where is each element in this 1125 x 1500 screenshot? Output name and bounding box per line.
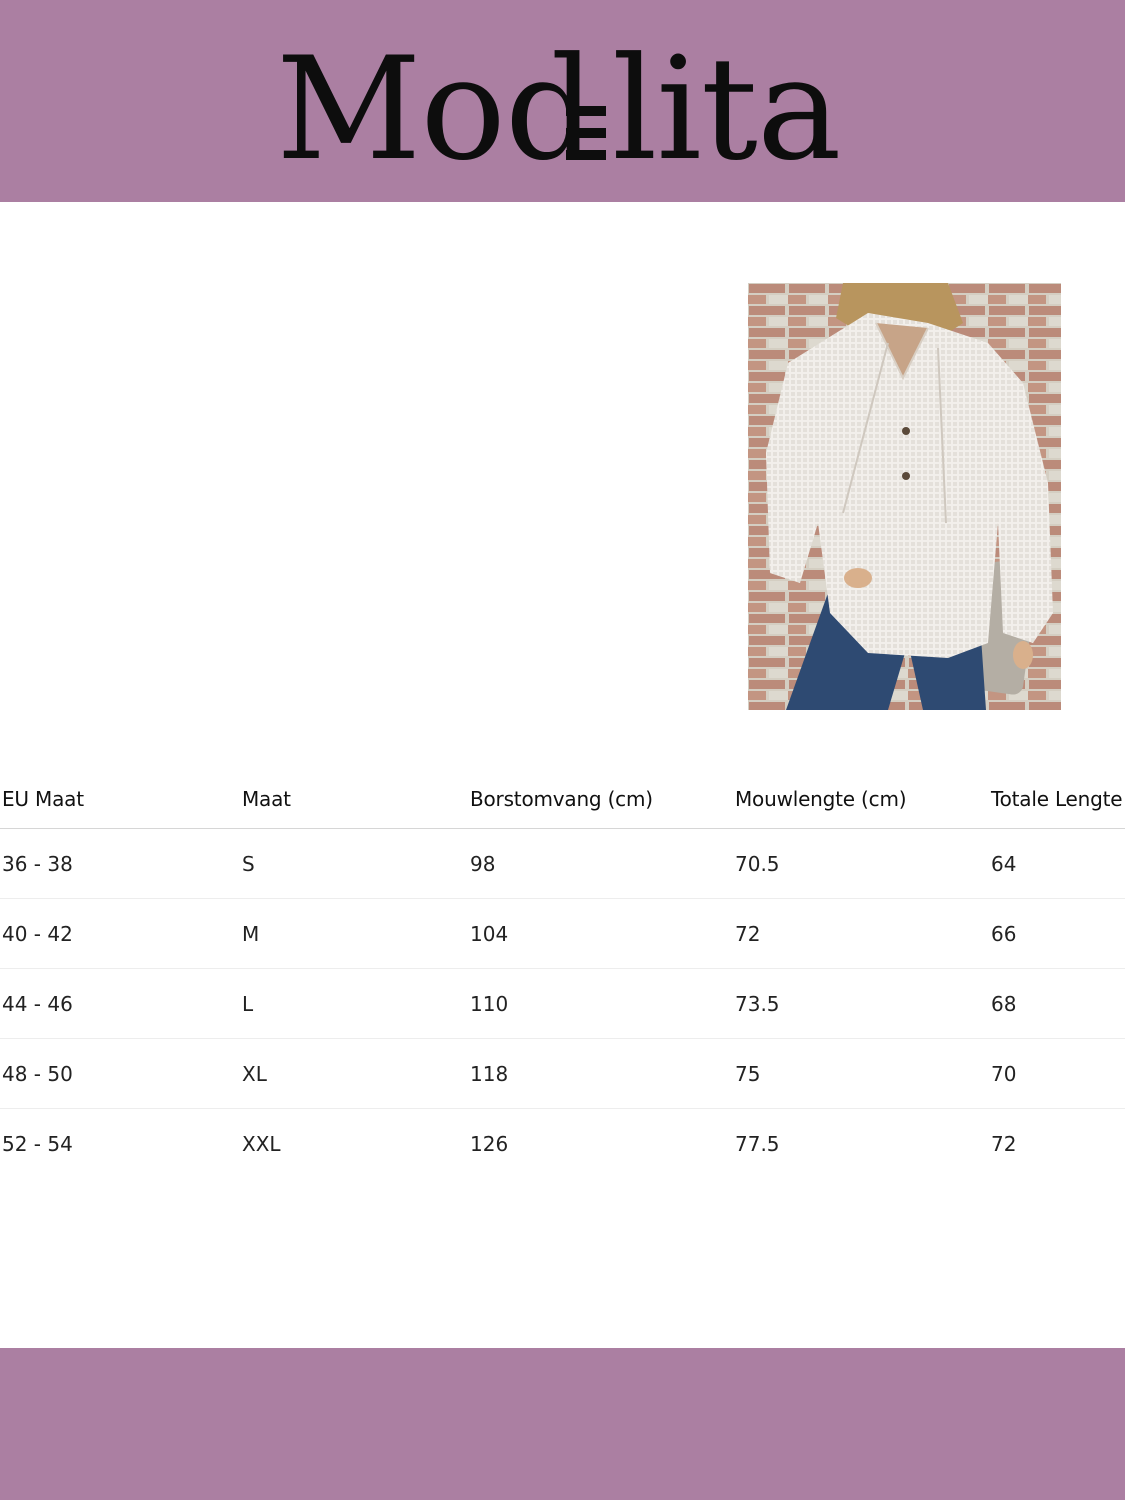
cell-totale-lengte: 64 [989, 828, 1125, 899]
header-borstomvang: Borstomvang (cm) [468, 770, 733, 829]
table-row: 52 - 54 XXL 126 77.5 72 [0, 1109, 1125, 1179]
header-totale-lengte: Totale Lengte [989, 770, 1125, 829]
table-header-row: EU Maat Maat Borstomvang (cm) Mouwlengte… [0, 770, 1125, 829]
cell-mouwlengte: 75 [733, 1038, 989, 1109]
table-row: 44 - 46 L 110 73.5 68 [0, 968, 1125, 1039]
cell-borstomvang: 98 [468, 828, 733, 899]
cell-eu-maat: 48 - 50 [0, 1038, 240, 1109]
header-maat: Maat [240, 770, 468, 829]
cell-mouwlengte: 72 [733, 898, 989, 969]
table-row: 40 - 42 M 104 72 66 [0, 898, 1125, 969]
table-row: 36 - 38 S 98 70.5 64 [0, 828, 1125, 899]
cell-borstomvang: 126 [470, 1131, 509, 1156]
header-eu-maat: EU Maat [0, 770, 240, 829]
product-photo [748, 283, 1061, 710]
footer-banner [0, 1348, 1125, 1500]
cell-maat: XXL [242, 1131, 281, 1156]
cell-totale-lengte: 70 [989, 1038, 1125, 1109]
cell-borstomvang: 118 [468, 1038, 733, 1109]
cell-eu-maat: 44 - 46 [0, 968, 240, 1039]
cell-borstomvang: 110 [468, 968, 733, 1039]
cell-maat: XL [240, 1038, 468, 1109]
cell-maat: L [240, 968, 468, 1039]
cell-eu-maat: 52 - 54 [2, 1131, 73, 1156]
cell-maat: M [240, 898, 468, 969]
logo-part-lita: lita [612, 27, 841, 192]
header-mouwlengte: Mouwlengte (cm) [733, 770, 989, 829]
cell-mouwlengte: 70.5 [733, 828, 989, 899]
size-chart-table: EU Maat Maat Borstomvang (cm) Mouwlengte… [0, 770, 1125, 1178]
table-row: 48 - 50 XL 118 75 70 [0, 1038, 1125, 1109]
cell-totale-lengte: 68 [989, 968, 1125, 1039]
cell-maat: S [240, 828, 468, 899]
cell-mouwlengte: 73.5 [733, 968, 989, 1039]
cell-totale-lengte: 66 [989, 898, 1125, 969]
logo-e-glyph [566, 106, 606, 160]
header-banner: Mod lita [0, 0, 1125, 202]
logo-part-mod: Mod [276, 27, 595, 192]
cell-mouwlengte: 77.5 [735, 1131, 780, 1156]
cell-totale-lengte: 72 [991, 1131, 1017, 1156]
cell-borstomvang: 104 [468, 898, 733, 969]
cell-eu-maat: 40 - 42 [0, 898, 240, 969]
cell-eu-maat: 36 - 38 [0, 828, 240, 899]
brand-logo: Mod lita [276, 27, 842, 192]
